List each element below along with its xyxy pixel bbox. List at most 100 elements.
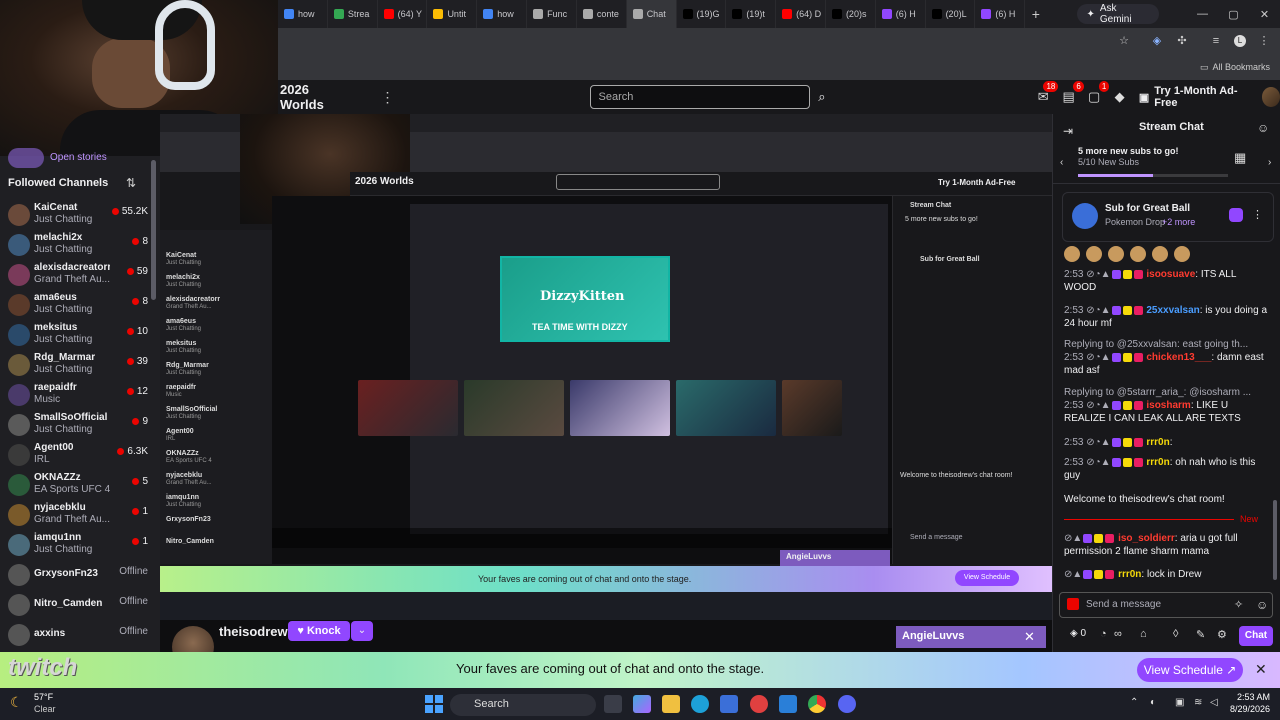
browser-tab[interactable]: (19)t [726, 0, 777, 28]
chat-username[interactable]: 25xxvalsan [1146, 305, 1199, 316]
profile-avatar[interactable]: L [1234, 35, 1246, 47]
browser-tab[interactable]: conte [577, 0, 627, 28]
start-button[interactable] [425, 695, 443, 713]
chat-username[interactable]: rrr0n [1118, 569, 1141, 580]
sidebar-channel-item[interactable]: melachi2x Just Chatting 8 [0, 230, 150, 260]
notifications-icon[interactable]: ▢ 1 [1085, 81, 1110, 107]
chat-message[interactable]: ⊘▲ iso_soldierr: aria u got full permiss… [1064, 532, 1268, 558]
copilot-icon[interactable] [633, 695, 651, 713]
open-stories-link[interactable]: Open stories [50, 152, 107, 163]
browser-tab[interactable]: Chat [626, 0, 677, 28]
clock-time[interactable]: 2:53 AM [1226, 692, 1270, 702]
wifi-icon[interactable]: ≋ [1194, 697, 1202, 708]
video-player[interactable]: 2026 Worlds Try 1-Month Ad-Free KaiCenat… [160, 114, 1052, 620]
puzzle-icon[interactable]: ✣ [1176, 35, 1188, 47]
ask-gemini-button[interactable]: ✦ Ask Gemini [1076, 3, 1159, 25]
store-icon[interactable] [720, 695, 738, 713]
search-input[interactable]: Search [589, 85, 810, 109]
file-explorer-icon[interactable] [662, 695, 680, 713]
collapse-icon[interactable]: ⇥ [1063, 124, 1073, 138]
sidebar-channel-item[interactable]: Rdg_Marmar Just Chatting 39 [0, 350, 150, 380]
tray-app-icon[interactable]: ◐ [1150, 697, 1156, 708]
taskbar-search[interactable]: Search [450, 694, 596, 716]
link-icon[interactable]: ∞ [1114, 628, 1122, 640]
sidebar-channel-item[interactable]: axxins Offline [0, 620, 150, 650]
task-view-icon[interactable] [604, 695, 622, 713]
weather-temp[interactable]: 57°F [34, 692, 53, 702]
maximize-icon[interactable]: ▢ [1218, 8, 1249, 21]
chrome-icon[interactable] [808, 695, 826, 713]
chat-message[interactable]: 2:53 ⊘◔▲ 25xxvalsan: is you doing a 24 h… [1064, 304, 1268, 330]
sort-icon[interactable]: ⇅ [126, 176, 136, 190]
timer-icon[interactable]: ◔ [1100, 628, 1107, 640]
chat-username[interactable]: chicken13___ [1146, 352, 1211, 363]
users-icon[interactable]: ☺ [1257, 121, 1269, 135]
browser-tab[interactable]: (64) Y [378, 0, 428, 28]
chat-username[interactable]: iso_soldierr [1118, 533, 1175, 544]
browser-tab[interactable]: how [477, 0, 528, 28]
shield-icon[interactable]: ◊ [1173, 628, 1178, 640]
bits-icon[interactable]: ✧ [1234, 598, 1243, 611]
sidebar-channel-item[interactable]: raepaidfr Music 12 [0, 380, 150, 410]
channel-points[interactable]: ◈ 0 [1070, 628, 1086, 639]
sidebar-channel-item[interactable]: Nitro_Camden Offline [0, 590, 150, 620]
view-schedule-button[interactable]: View Schedule ↗ [1137, 658, 1243, 682]
sidebar-channel-item[interactable]: meksitus Just Chatting 10 [0, 320, 150, 350]
browser-tab[interactable]: (20)L [926, 0, 976, 28]
close-icon[interactable]: ✕ [1024, 629, 1035, 645]
new-tab-button[interactable]: + [1025, 6, 1046, 22]
sidebar-channel-item[interactable]: KaiCenat Just Chatting 55.2K [0, 200, 150, 230]
sidebar-scrollbar[interactable] [151, 160, 156, 300]
chat-message[interactable]: Replying to @25xxvalsan: east going th..… [1064, 338, 1268, 377]
chat-message[interactable]: ⊘▲ rrr0n: lock in Drew [1064, 568, 1268, 581]
app-icon[interactable] [750, 695, 768, 713]
bits-icon[interactable]: ◆ [1110, 87, 1128, 107]
more-icon[interactable]: ⋮ [1252, 208, 1263, 221]
user-avatar[interactable] [1261, 87, 1280, 107]
chat-message[interactable]: 2:53 ⊘◔▲ rrr0n: [1064, 436, 1268, 449]
menu-icon[interactable]: ⋮ [1258, 35, 1270, 47]
chat-username[interactable]: rrr0n [1146, 457, 1169, 468]
chevron-right-icon[interactable]: › [1268, 157, 1271, 168]
chevron-left-icon[interactable]: ‹ [1060, 157, 1063, 168]
streamer-name[interactable]: theisodrew [219, 624, 288, 639]
gear-icon[interactable]: ⚙ [1217, 628, 1227, 641]
close-icon[interactable]: ✕ [1255, 661, 1267, 678]
gift-icon[interactable]: ▦ [1234, 150, 1246, 166]
edge-icon[interactable] [691, 695, 709, 713]
search-icon[interactable]: ⌕ [810, 85, 834, 109]
discord-icon[interactable] [838, 695, 856, 713]
whispers-icon[interactable]: ▤ 6 [1059, 81, 1084, 107]
browser-tab[interactable]: (64) D [776, 0, 826, 28]
moon-icon[interactable]: ☾ [10, 694, 23, 711]
browser-tab[interactable]: Untit [427, 0, 478, 28]
close-icon[interactable]: ✕ [1249, 8, 1280, 21]
chat-username[interactable]: isosharm [1146, 400, 1190, 411]
chat-username[interactable]: isoosuave [1146, 269, 1195, 280]
chat-message[interactable]: 2:53 ⊘◔▲ rrr0n: oh nah who is this guy [1064, 456, 1268, 482]
pen-icon[interactable]: ✎ [1196, 628, 1205, 641]
chat-username[interactable]: rrr0n [1146, 437, 1169, 448]
ad-free-button[interactable]: ▣ Try 1-Month Ad-Free [1139, 85, 1252, 109]
browser-tab[interactable]: Func [527, 0, 577, 28]
all-bookmarks[interactable]: All Bookmarks [1212, 62, 1270, 72]
media-icon[interactable]: ≡ [1210, 35, 1222, 47]
browser-tab[interactable]: (6) H [975, 0, 1026, 28]
shop-icon[interactable]: ⌂ [1140, 628, 1147, 640]
chat-message[interactable]: Replying to @5starrr_aria_: @isosharm ..… [1064, 386, 1268, 425]
browser-tab[interactable]: Strea [328, 0, 378, 28]
sidebar-channel-item[interactable]: iamqu1nn Just Chatting 1 [0, 530, 150, 560]
browser-tab[interactable]: (19)G [677, 0, 727, 28]
emote-picker-icon[interactable]: ☺ [1256, 598, 1268, 612]
chat-message[interactable]: 2:53 ⊘◔▲ isoosuave: ITS ALL WOOD [1064, 268, 1268, 294]
browser-tab[interactable]: (6) H [876, 0, 926, 28]
chevron-up-icon[interactable]: ⌃ [1130, 697, 1138, 708]
app-icon[interactable] [779, 695, 797, 713]
star-icon[interactable]: ☆ [1118, 35, 1130, 47]
chat-scrollbar[interactable] [1273, 500, 1277, 580]
badge-icon[interactable] [1067, 598, 1079, 610]
minimize-icon[interactable]: — [1187, 8, 1218, 20]
extension-icon[interactable]: ◈ [1151, 35, 1163, 47]
sidebar-channel-item[interactable]: OKNAZZz EA Sports UFC 4 5 [0, 470, 150, 500]
knock-button[interactable]: ♥ Knock [288, 621, 350, 641]
